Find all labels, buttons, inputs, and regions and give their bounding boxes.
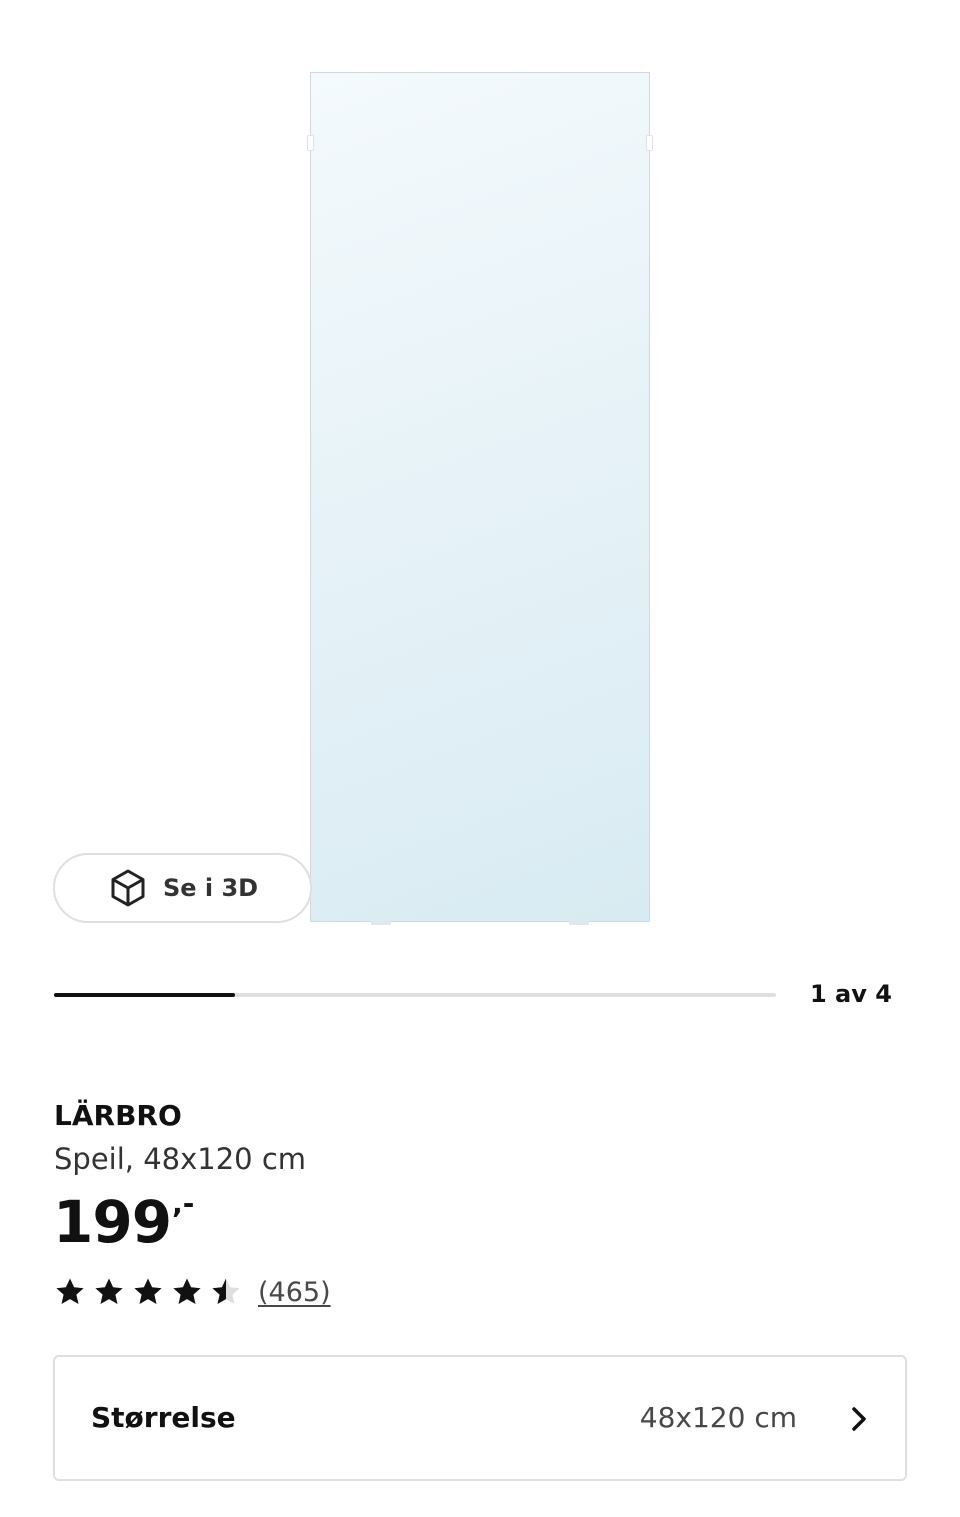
mirror-clip-bottom-left — [371, 921, 391, 925]
star-full-icon — [173, 1278, 201, 1304]
view-in-3d-button[interactable]: Se i 3D — [53, 853, 312, 923]
cube-icon — [111, 869, 145, 907]
star-full-icon — [95, 1278, 123, 1304]
mirror-clip-bottom-right — [569, 921, 589, 925]
gallery-progress-track[interactable] — [54, 993, 776, 997]
star-half-icon — [212, 1278, 240, 1304]
product-price: 199 ,- — [53, 1184, 194, 1260]
chevron-right-icon — [852, 1407, 866, 1431]
product-rating[interactable]: (465) — [54, 1274, 331, 1310]
rating-stars — [54, 1276, 242, 1308]
gallery-counter: 1 av 4 — [810, 980, 892, 1008]
price-amount: 199 — [53, 1188, 172, 1256]
size-selector-label: Størrelse — [91, 1401, 236, 1434]
star-full-icon — [56, 1278, 84, 1304]
star-full-icon — [134, 1278, 162, 1304]
size-selector[interactable]: Størrelse 48x120 cm — [53, 1355, 907, 1481]
price-suffix: ,- — [172, 1187, 195, 1220]
mirror-clip-top-left — [307, 135, 314, 151]
product-image[interactable] — [307, 72, 653, 925]
product-description: Speil, 48x120 cm — [54, 1142, 307, 1176]
gallery-progress-fill — [54, 993, 235, 997]
product-name: LÄRBRO — [54, 1099, 182, 1132]
review-count-link[interactable]: (465) — [258, 1277, 331, 1308]
size-selector-value: 48x120 cm — [639, 1401, 797, 1434]
view-in-3d-label: Se i 3D — [162, 874, 259, 902]
mirror-clip-top-right — [646, 135, 653, 151]
